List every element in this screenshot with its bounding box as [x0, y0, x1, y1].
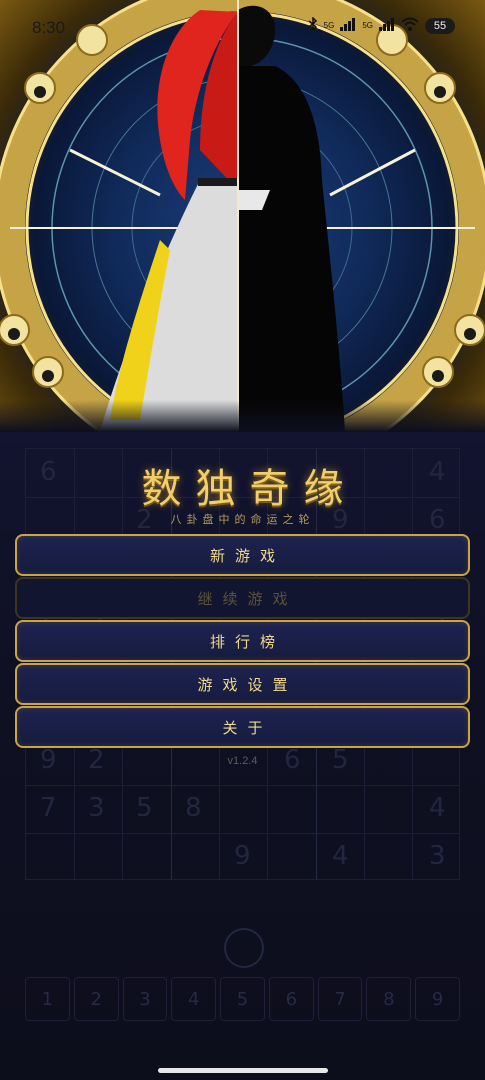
leaderboard-button[interactable]: 排行榜	[15, 620, 470, 662]
hero-fade	[0, 400, 485, 432]
numpad-key: 2	[73, 977, 119, 1021]
board-digit: 3	[88, 793, 105, 823]
numpad-key: 8	[366, 977, 412, 1021]
numpad-key: 7	[317, 977, 363, 1021]
bluetooth-icon	[308, 16, 318, 35]
board-digit: 8	[185, 793, 202, 823]
version-label: v1.2.4	[227, 755, 258, 767]
board-line	[26, 785, 459, 786]
app-subtitle: 八卦盘中的命运之轮	[170, 513, 315, 526]
hero-illustration	[0, 0, 485, 432]
battery-icon: 55	[425, 17, 455, 34]
wifi-icon	[401, 16, 419, 35]
signal-icon-2	[379, 16, 395, 35]
network-5g-label-2: 5G	[362, 21, 373, 30]
board-digit: 3	[429, 841, 446, 871]
numpad-key: 4	[171, 977, 217, 1021]
numpad-key: 1	[25, 977, 70, 1021]
board-digit: 7	[40, 793, 57, 823]
continue-game-button[interactable]: 继续游戏	[15, 577, 470, 619]
home-indicator[interactable]	[158, 1068, 328, 1073]
board-digit: 5	[136, 793, 153, 823]
numpad-key: 5	[220, 977, 265, 1021]
numpad-key: 9	[415, 977, 461, 1021]
board-digit: 9	[234, 841, 251, 871]
status-bar: 8:30 5G 5G 55	[0, 0, 485, 56]
status-icons: 5G 5G 55	[308, 16, 455, 35]
board-line	[26, 833, 459, 834]
board-digit: 4	[332, 841, 349, 871]
new-game-button[interactable]: 新游戏	[15, 534, 470, 576]
signal-icon	[340, 16, 356, 35]
numpad-key: 3	[122, 977, 168, 1021]
network-5g-label-1: 5G	[323, 21, 335, 30]
status-time: 8:30	[32, 18, 66, 37]
settings-button[interactable]: 游戏设置	[15, 663, 470, 705]
about-button[interactable]: 关于	[15, 706, 470, 748]
app-title: 数独奇缘	[141, 466, 358, 512]
background-numpad: 1 2 3 4 5 6 7 8 9	[25, 977, 461, 1021]
hero-artwork	[0, 0, 485, 432]
board-digit: 4	[429, 793, 446, 823]
background-hint-icon	[224, 928, 264, 968]
numpad-key: 6	[268, 977, 314, 1021]
